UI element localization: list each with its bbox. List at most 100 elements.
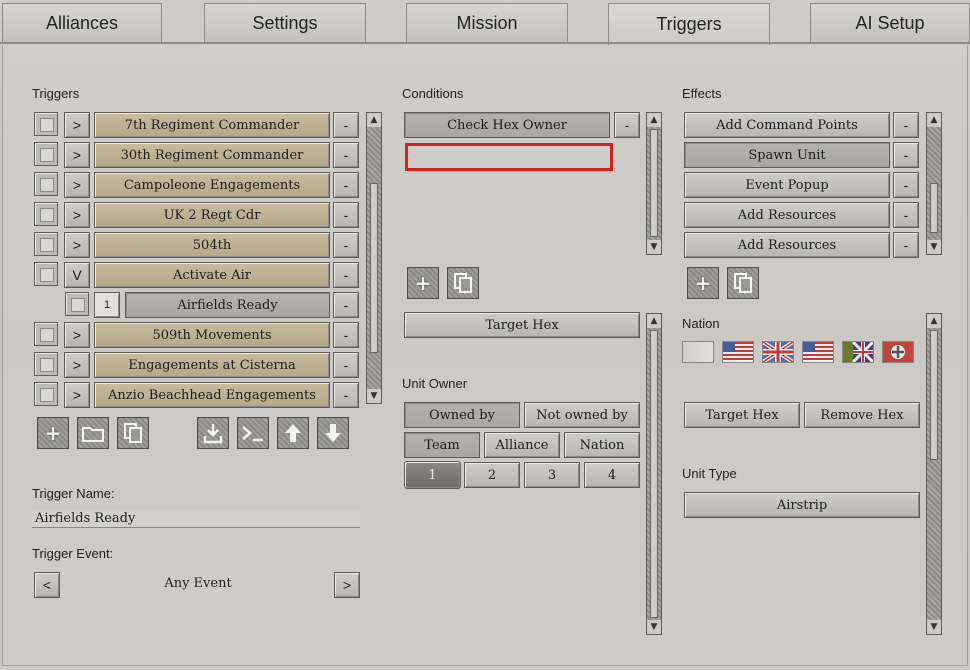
trigger-item[interactable]: Campoleone Engagements — [94, 172, 330, 198]
scroll-up-icon[interactable]: ▲ — [367, 113, 381, 127]
scroll-down-icon[interactable]: ▼ — [647, 620, 661, 634]
us-flag-icon[interactable] — [802, 341, 834, 363]
not-owned-by-button[interactable]: Not owned by — [524, 402, 640, 428]
effect-remove-button[interactable]: - — [893, 142, 919, 168]
trigger-item-selected[interactable]: Airfields Ready — [125, 292, 330, 318]
effects-scrollbar[interactable]: ▲ ▼ — [926, 112, 942, 255]
add-effect-button[interactable]: + — [687, 267, 719, 299]
trigger-name-input[interactable]: Airfields Ready — [32, 510, 360, 528]
triggers-scrollbar[interactable]: ▲ ▼ — [366, 112, 382, 404]
trigger-remove-button[interactable]: - — [333, 202, 359, 228]
neutral-flag-icon[interactable] — [682, 341, 714, 363]
tab-mission[interactable]: Mission — [406, 3, 568, 43]
condition-target-hex-button[interactable]: Target Hex — [404, 312, 640, 338]
trigger-enable-checkbox[interactable] — [34, 202, 58, 226]
folder-button[interactable] — [77, 417, 109, 449]
trigger-expand-button[interactable]: > — [64, 232, 90, 258]
trigger-expand-button[interactable]: > — [64, 172, 90, 198]
trigger-enable-checkbox[interactable] — [65, 292, 89, 316]
trigger-enable-checkbox[interactable] — [34, 322, 58, 346]
scroll-thumb[interactable] — [370, 183, 378, 353]
unit-type-select[interactable]: Airstrip — [684, 492, 920, 518]
tab-triggers[interactable]: Triggers — [608, 3, 770, 45]
trigger-remove-button[interactable]: - — [333, 142, 359, 168]
scroll-up-icon[interactable]: ▲ — [647, 113, 661, 127]
scroll-up-icon[interactable]: ▲ — [647, 314, 661, 328]
trigger-enable-checkbox[interactable] — [34, 262, 58, 286]
trigger-expand-button[interactable]: > — [64, 322, 90, 348]
add-trigger-button[interactable]: + — [37, 417, 69, 449]
effect-item[interactable]: Event Popup — [684, 172, 890, 198]
conditions-scrollbar[interactable]: ▲ ▼ — [646, 112, 662, 255]
effect-remove-button[interactable]: - — [893, 112, 919, 138]
tab-alliances[interactable]: Alliances — [2, 3, 162, 43]
owned-by-button[interactable]: Owned by — [404, 402, 520, 428]
effect-item[interactable]: Add Resources — [684, 232, 890, 258]
effect-item[interactable]: Add Resources — [684, 202, 890, 228]
remove-hex-button[interactable]: Remove Hex — [804, 402, 920, 428]
uk-flag-icon[interactable] — [761, 340, 795, 364]
team-number-3-button[interactable]: 3 — [524, 462, 580, 488]
scroll-down-icon[interactable]: ▼ — [927, 620, 941, 634]
tab-ai-setup[interactable]: AI Setup — [810, 3, 970, 43]
trigger-expand-button[interactable]: > — [64, 202, 90, 228]
scroll-thumb[interactable] — [650, 330, 658, 618]
effect-target-hex-button[interactable]: Target Hex — [684, 402, 800, 428]
trigger-item[interactable]: 30th Regiment Commander — [94, 142, 330, 168]
scroll-thumb[interactable] — [930, 183, 938, 233]
trigger-item[interactable]: Activate Air — [94, 262, 330, 288]
team-number-1-button[interactable]: 1 — [404, 461, 461, 489]
tab-settings[interactable]: Settings — [204, 3, 366, 43]
trigger-remove-button[interactable]: - — [333, 172, 359, 198]
copy-effect-button[interactable] — [727, 267, 759, 299]
trigger-item[interactable]: 504th — [94, 232, 330, 258]
italy-uk-flag-icon[interactable] — [842, 340, 875, 364]
team-button[interactable]: Team — [404, 432, 480, 458]
console-button[interactable] — [237, 417, 269, 449]
trigger-enable-checkbox[interactable] — [34, 352, 58, 376]
germany-flag-icon[interactable] — [882, 341, 914, 363]
scroll-up-icon[interactable]: ▲ — [927, 314, 941, 328]
trigger-item[interactable]: Engagements at Cisterna — [94, 352, 330, 378]
trigger-event-next-button[interactable]: > — [334, 572, 360, 598]
trigger-enable-checkbox[interactable] — [34, 112, 58, 136]
add-condition-button[interactable]: + — [407, 267, 439, 299]
trigger-remove-button[interactable]: - — [333, 322, 359, 348]
import-button[interactable] — [197, 417, 229, 449]
copy-trigger-button[interactable] — [117, 417, 149, 449]
scroll-down-icon[interactable]: ▼ — [927, 240, 941, 254]
effect-remove-button[interactable]: - — [893, 172, 919, 198]
trigger-item[interactable]: Anzio Beachhead Engagements — [94, 382, 330, 408]
trigger-enable-checkbox[interactable] — [34, 232, 58, 256]
move-down-button[interactable] — [317, 417, 349, 449]
trigger-remove-button[interactable]: - — [333, 112, 359, 138]
condition-empty-slot-highlight[interactable] — [405, 143, 613, 171]
effect-remove-button[interactable]: - — [893, 202, 919, 228]
move-up-button[interactable] — [277, 417, 309, 449]
trigger-item[interactable]: 7th Regiment Commander — [94, 112, 330, 138]
trigger-expand-button[interactable]: > — [64, 382, 90, 408]
scroll-thumb[interactable] — [650, 129, 658, 237]
effect-item[interactable]: Add Command Points — [684, 112, 890, 138]
trigger-expand-button[interactable]: > — [64, 352, 90, 378]
trigger-expand-button[interactable]: > — [64, 112, 90, 138]
copy-condition-button[interactable] — [447, 267, 479, 299]
condition-item-selected[interactable]: Check Hex Owner — [404, 112, 610, 138]
trigger-item[interactable]: UK 2 Regt Cdr — [94, 202, 330, 228]
scroll-thumb[interactable] — [930, 330, 938, 460]
trigger-event-prev-button[interactable]: < — [34, 572, 60, 598]
trigger-remove-button[interactable]: - — [333, 382, 359, 408]
scroll-down-icon[interactable]: ▼ — [647, 240, 661, 254]
condition-detail-scrollbar[interactable]: ▲ ▼ — [646, 313, 662, 635]
effect-remove-button[interactable]: - — [893, 232, 919, 258]
effect-detail-scrollbar[interactable]: ▲ ▼ — [926, 313, 942, 635]
trigger-enable-checkbox[interactable] — [34, 142, 58, 166]
trigger-remove-button[interactable]: - — [333, 232, 359, 258]
trigger-remove-button[interactable]: - — [333, 262, 359, 288]
alliance-button[interactable]: Alliance — [484, 432, 560, 458]
effect-item-selected[interactable]: Spawn Unit — [684, 142, 890, 168]
trigger-item[interactable]: 509th Movements — [94, 322, 330, 348]
scroll-up-icon[interactable]: ▲ — [927, 113, 941, 127]
trigger-collapse-button[interactable]: V — [64, 262, 90, 288]
condition-remove-button[interactable]: - — [614, 112, 640, 138]
